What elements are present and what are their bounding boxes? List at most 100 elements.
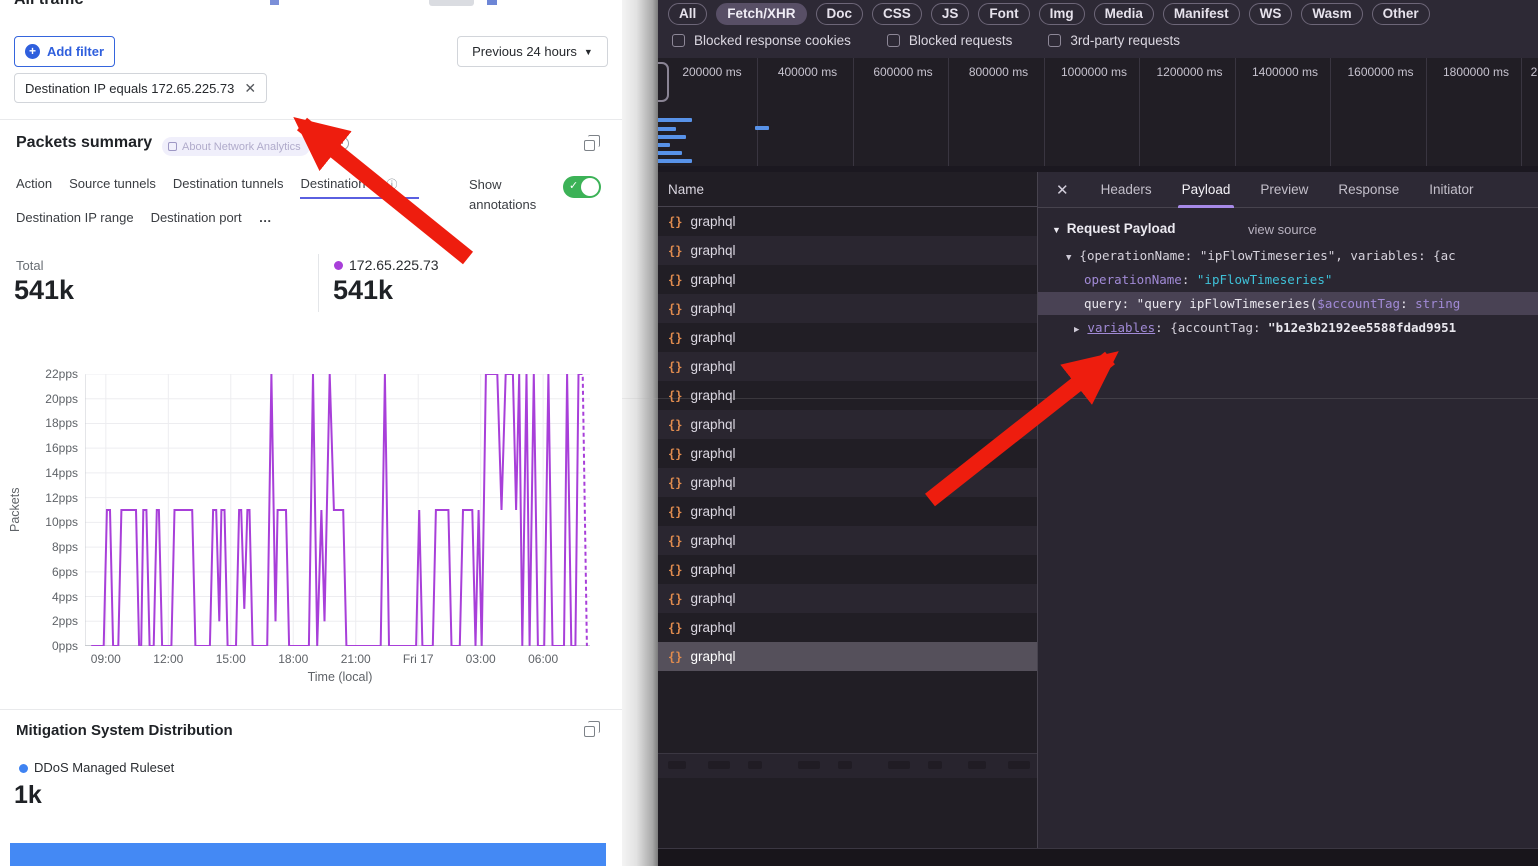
remove-filter-icon[interactable]: ✕ [244, 80, 256, 97]
network-request-row[interactable]: {}graphql [658, 526, 1037, 555]
name-column-header[interactable]: Name [658, 172, 1037, 207]
filter-pill-ws[interactable]: WS [1249, 3, 1293, 25]
close-icon[interactable]: ✕ [1056, 181, 1069, 199]
checkbox-blocked-requests[interactable]: Blocked requests [887, 33, 1013, 48]
network-overview-timeline[interactable]: 200000 ms400000 ms600000 ms800000 ms1000… [658, 58, 1538, 166]
network-request-row[interactable]: {}graphql [658, 439, 1037, 468]
payload-line-selected[interactable]: query: "query ipFlowTimeseries($accountT… [1038, 292, 1538, 315]
details-tab-payload[interactable]: Payload [1182, 172, 1231, 208]
network-request-row[interactable]: {}graphql [658, 265, 1037, 294]
y-tick-label: 20pps [28, 392, 78, 406]
x-tick-label: 12:00 [138, 652, 198, 666]
network-request-row[interactable]: {}graphql [658, 381, 1037, 410]
code-segment: {operationName: "ipFlowTimeseries", vari… [1079, 248, 1455, 263]
details-tab-initiator[interactable]: Initiator [1429, 172, 1473, 208]
timeline-gridline [1426, 58, 1427, 166]
payload-line[interactable]: operationName: "ipFlowTimeseries" [1038, 268, 1538, 291]
code-segment: : {accountTag: [1155, 320, 1268, 335]
y-tick-label: 18pps [28, 416, 78, 430]
x-tick-label: 15:00 [201, 652, 261, 666]
network-request-row[interactable]: {}graphql [658, 352, 1037, 381]
blurred-summary-text [708, 761, 730, 769]
waterfall-request-bar [658, 127, 676, 131]
tab-destination-port[interactable]: Destination port [151, 210, 242, 232]
dimension-tabs-row1: Action Source tunnels Destination tunnels D… [16, 176, 397, 199]
network-request-row[interactable]: {}graphql [658, 410, 1037, 439]
network-request-row[interactable]: {}graphql [658, 236, 1037, 265]
code-segment: "ipFlowTimeseries" [1197, 272, 1332, 287]
filter-pill-font[interactable]: Font [978, 3, 1029, 25]
details-tab-preview[interactable]: Preview [1260, 172, 1308, 208]
filter-pill-wasm[interactable]: Wasm [1301, 3, 1362, 25]
waterfall-request-bar [658, 135, 686, 139]
details-tab-response[interactable]: Response [1338, 172, 1399, 208]
filter-pill-css[interactable]: CSS [872, 3, 922, 25]
tab-destination-ip-range[interactable]: Destination IP range [16, 210, 134, 232]
tabs-overflow-button[interactable]: … [259, 210, 273, 232]
filter-chip[interactable]: Destination IP equals 172.65.225.73 ✕ [14, 73, 267, 103]
checkbox-blocked-response-cookies[interactable]: Blocked response cookies [672, 33, 851, 48]
expand-panel-icon[interactable] [584, 726, 595, 737]
y-tick-label: 22pps [28, 367, 78, 381]
chart-y-axis-title: Packets [8, 488, 22, 532]
payload-line[interactable]: ▶variables: {accountTag: "b12e3b2192ee55… [1038, 316, 1538, 339]
filter-pill-doc[interactable]: Doc [816, 3, 864, 25]
y-tick-label: 0pps [28, 639, 78, 653]
tab-source-tunnels[interactable]: Source tunnels [69, 176, 156, 199]
mitigation-bar [10, 843, 606, 866]
network-request-row[interactable]: {}graphql [658, 323, 1037, 352]
checkbox-label: 3rd-party requests [1070, 33, 1180, 48]
request-details-panel: ✕ Headers Payload Preview Response Initiator… [1038, 172, 1538, 866]
json-file-icon: {} [668, 389, 682, 403]
filter-pill-js[interactable]: JS [931, 3, 970, 25]
view-source-link[interactable]: view source [1248, 222, 1317, 237]
about-network-analytics-badge[interactable]: About Network Analytics [162, 137, 310, 156]
triangle-right-icon[interactable]: ▶ [1074, 325, 1079, 335]
waterfall-request-bar [658, 159, 692, 163]
triangle-down-icon[interactable]: ▼ [1066, 253, 1071, 263]
tab-destination-tunnels[interactable]: Destination tunnels [173, 176, 284, 199]
show-annotations-toggle[interactable]: ✓ [563, 176, 601, 198]
checkbox-3rd-party-requests[interactable]: 3rd-party requests [1048, 33, 1180, 48]
chevron-down-icon: ▼ [584, 47, 593, 57]
filter-pill-img[interactable]: Img [1039, 3, 1085, 25]
network-request-row[interactable]: {}graphql [658, 294, 1037, 323]
network-request-row[interactable]: {}graphql [658, 468, 1037, 497]
expand-panel-icon[interactable] [584, 140, 595, 151]
network-request-row[interactable]: {}graphql [658, 642, 1037, 671]
network-request-row[interactable]: {}graphql [658, 584, 1037, 613]
info-icon: ⓘ [386, 179, 397, 191]
network-request-row[interactable]: {}graphql [658, 207, 1037, 236]
code-segment: "b12e3b2192ee5588fdad9951 [1268, 320, 1456, 335]
timeline-tick-label: 400000 ms [763, 65, 853, 79]
analytics-panel: All traffic + Add filter Previous 24 hou… [0, 0, 622, 866]
tab-destination-ip[interactable]: Destination IPⓘ [300, 176, 397, 199]
add-filter-button[interactable]: + Add filter [14, 36, 115, 67]
network-request-row[interactable]: {}graphql [658, 613, 1037, 642]
x-tick-label: 18:00 [263, 652, 323, 666]
code-segment: string [1415, 296, 1460, 311]
code-segment: $accountTag [1317, 296, 1400, 311]
filter-pill-other[interactable]: Other [1372, 3, 1430, 25]
checkbox-label: Blocked requests [909, 33, 1013, 48]
tab-action[interactable]: Action [16, 176, 52, 199]
checkbox-icon [887, 34, 900, 47]
details-tab-headers[interactable]: Headers [1101, 172, 1152, 208]
clipped-toolbar-fragment [270, 0, 279, 5]
filter-pill-media[interactable]: Media [1094, 3, 1154, 25]
network-request-row[interactable]: {}graphql [658, 497, 1037, 526]
screenshot-stage: All traffic + Add filter Previous 24 hou… [0, 0, 1538, 866]
network-request-row[interactable]: {}graphql [658, 555, 1037, 584]
time-range-label: Previous 24 hours [472, 44, 577, 59]
request-name-label: graphql [690, 620, 735, 635]
request-name-label: graphql [690, 272, 735, 287]
request-payload-section[interactable]: ▼ Request Payload [1052, 221, 1175, 236]
filter-pill-fetch-xhr[interactable]: Fetch/XHR [716, 3, 806, 25]
time-range-dropdown[interactable]: Previous 24 hours ▼ [457, 36, 608, 67]
payload-line[interactable]: ▼ {operationName: "ipFlowTimeseries", var… [1038, 244, 1538, 267]
mitigation-title: Mitigation System Distribution [16, 722, 233, 739]
filter-pill-manifest[interactable]: Manifest [1163, 3, 1240, 25]
request-name-label: graphql [690, 475, 735, 490]
request-name-label: graphql [690, 446, 735, 461]
filter-pill-all[interactable]: All [668, 3, 707, 25]
